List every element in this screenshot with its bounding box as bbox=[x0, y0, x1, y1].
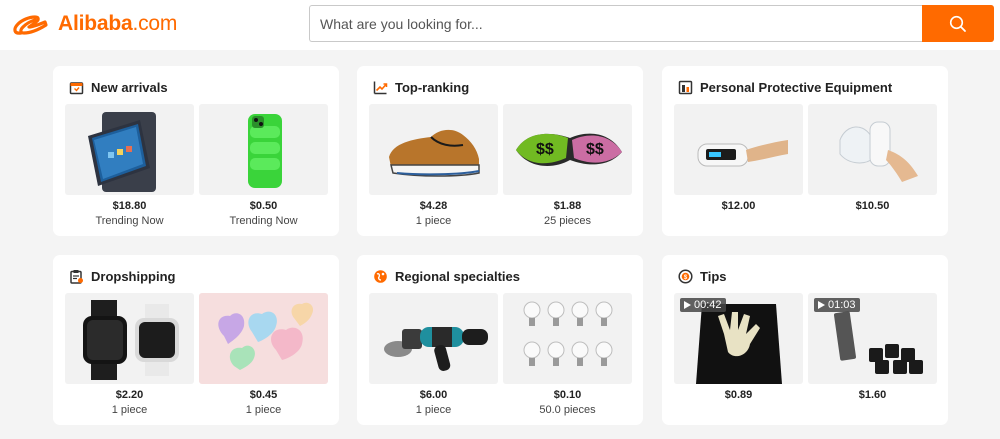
product-price: $6.00 bbox=[419, 389, 448, 401]
tablet-image bbox=[65, 104, 194, 195]
product-item[interactable]: $12.00 bbox=[674, 104, 803, 215]
card-title: Regional specialties bbox=[395, 268, 520, 284]
video-duration-badge: 00:42 bbox=[680, 298, 726, 312]
product-price: $18.80 bbox=[112, 200, 147, 212]
card-title: Dropshipping bbox=[91, 268, 176, 284]
video-duration-badge: 01:03 bbox=[814, 298, 860, 312]
product-item[interactable]: $$ $$ $1.88 25 pieces bbox=[503, 104, 632, 227]
product-price: $10.50 bbox=[855, 200, 890, 212]
product-item[interactable]: $0.50 Trending Now bbox=[199, 104, 328, 227]
product-subtext: 1 piece bbox=[111, 404, 148, 416]
product-item[interactable]: $6.00 1 piece bbox=[369, 293, 498, 416]
product-subtext: 1 piece bbox=[245, 404, 282, 416]
glove-image[interactable]: 00:42 bbox=[674, 293, 803, 384]
card-dropshipping[interactable]: Dropshipping $2.20 1 piece $0.45 1 piece bbox=[53, 255, 339, 425]
product-item[interactable]: $2.20 1 piece bbox=[65, 293, 194, 416]
logo-wordmark: Alibaba.com bbox=[58, 12, 178, 35]
trending-up-icon bbox=[372, 79, 388, 95]
charcoal-image[interactable]: 01:03 bbox=[808, 293, 937, 384]
card-new-arrivals[interactable]: New arrivals $18.80 Trending Now $0.50 T… bbox=[53, 66, 339, 236]
play-icon bbox=[818, 301, 825, 309]
bandana-fabric-image: $$ $$ bbox=[503, 104, 632, 195]
product-item[interactable]: $0.10 50.0 pieces bbox=[503, 293, 632, 416]
product-price: $1.88 bbox=[553, 200, 582, 212]
heart-soap-image bbox=[199, 293, 328, 384]
card-top-ranking[interactable]: Top-ranking $4.28 1 piece $$ $$ $1.88 25… bbox=[357, 66, 643, 236]
product-item[interactable]: $18.80 Trending Now bbox=[65, 104, 194, 227]
search-bar bbox=[309, 5, 994, 42]
search-button[interactable] bbox=[922, 5, 994, 42]
product-price: $2.20 bbox=[115, 389, 144, 401]
alibaba-logo-icon bbox=[13, 15, 48, 35]
brown-shoe-image bbox=[369, 104, 498, 195]
product-price: $0.10 bbox=[553, 389, 582, 401]
tips-icon: $ bbox=[677, 268, 693, 284]
svg-text:$$: $$ bbox=[586, 141, 604, 158]
product-price: $4.28 bbox=[419, 200, 448, 212]
product-price: $0.89 bbox=[724, 389, 753, 401]
product-item[interactable]: $4.28 1 piece bbox=[369, 104, 498, 227]
search-input[interactable] bbox=[310, 6, 922, 41]
green-phone-case-image bbox=[199, 104, 328, 195]
product-subtext: 25 pieces bbox=[543, 215, 592, 227]
clipboard-icon bbox=[68, 268, 84, 284]
ppe-icon bbox=[677, 79, 693, 95]
led-bulbs-image bbox=[503, 293, 632, 384]
product-subtext: Trending Now bbox=[95, 215, 164, 227]
product-price: $0.50 bbox=[249, 200, 278, 212]
pulse-oximeter-image bbox=[674, 104, 803, 195]
card-title: New arrivals bbox=[91, 79, 168, 95]
card-title: Tips bbox=[700, 268, 727, 284]
svg-text:$$: $$ bbox=[536, 141, 554, 158]
card-tips[interactable]: $ Tips 00:42 $0.89 01:03 $1.60 bbox=[662, 255, 948, 425]
product-price: $12.00 bbox=[721, 200, 756, 212]
new-arrivals-icon bbox=[68, 79, 84, 95]
product-item[interactable]: $10.50 bbox=[808, 104, 937, 215]
alibaba-logo[interactable]: Alibaba.com bbox=[12, 9, 177, 39]
angle-grinder-image bbox=[369, 293, 498, 384]
card-title: Personal Protective Equipment bbox=[700, 79, 893, 95]
product-subtext: 50.0 pieces bbox=[539, 404, 596, 416]
card-title: Top-ranking bbox=[395, 79, 470, 95]
card-regional-specialties[interactable]: Regional specialties $6.00 1 piece $0.10… bbox=[357, 255, 643, 425]
search-icon bbox=[949, 15, 966, 32]
product-subtext: 1 piece bbox=[415, 404, 452, 416]
product-price: $1.60 bbox=[858, 389, 887, 401]
play-icon bbox=[684, 301, 691, 309]
product-item[interactable]: $0.45 1 piece bbox=[199, 293, 328, 416]
product-subtext: 1 piece bbox=[415, 215, 452, 227]
globe-icon bbox=[372, 268, 388, 284]
smartwatch-image bbox=[65, 293, 194, 384]
top-header: Alibaba.com bbox=[0, 0, 1000, 50]
nebulizer-image bbox=[808, 104, 937, 195]
product-item[interactable]: 00:42 $0.89 bbox=[674, 293, 803, 404]
card-personal-protective-equipment[interactable]: Personal Protective Equipment $12.00 $10… bbox=[662, 66, 948, 236]
product-price: $0.45 bbox=[249, 389, 278, 401]
product-subtext: Trending Now bbox=[229, 215, 298, 227]
product-item[interactable]: 01:03 $1.60 bbox=[808, 293, 937, 404]
